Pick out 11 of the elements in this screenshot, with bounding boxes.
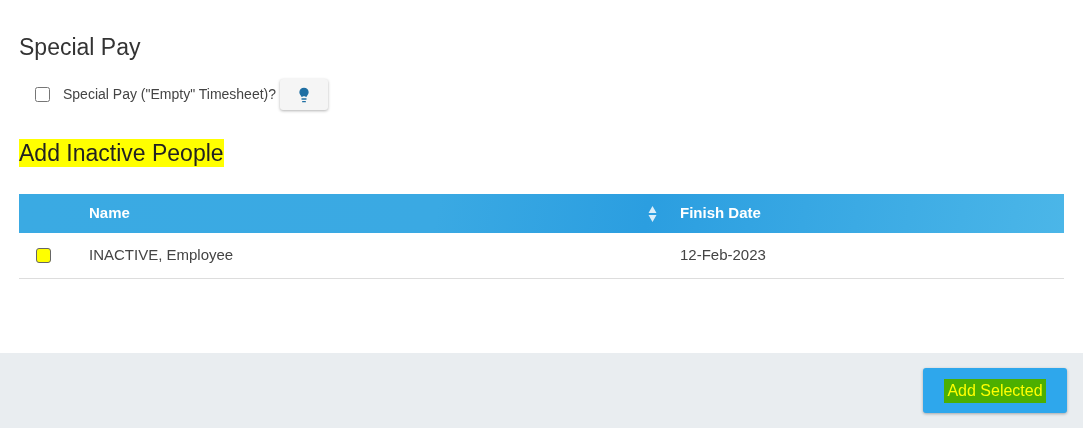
section-title: Add Inactive People xyxy=(19,139,224,167)
checkbox[interactable] xyxy=(35,87,50,102)
hint-button[interactable] xyxy=(280,79,329,110)
add-selected-button[interactable]: Add Selected xyxy=(923,368,1067,413)
table-cell-text: INACTIVE, Employee xyxy=(89,245,235,266)
table-cell-text: 12-Feb-2023 xyxy=(679,245,766,266)
column-header[interactable]: Finish Date xyxy=(680,202,761,225)
column-header[interactable]: Name xyxy=(89,202,130,225)
section-title: Special Pay xyxy=(19,33,141,61)
checkbox-label: Special Pay ("Empty" Timesheet)? xyxy=(63,85,277,104)
checkbox[interactable] xyxy=(36,248,51,263)
